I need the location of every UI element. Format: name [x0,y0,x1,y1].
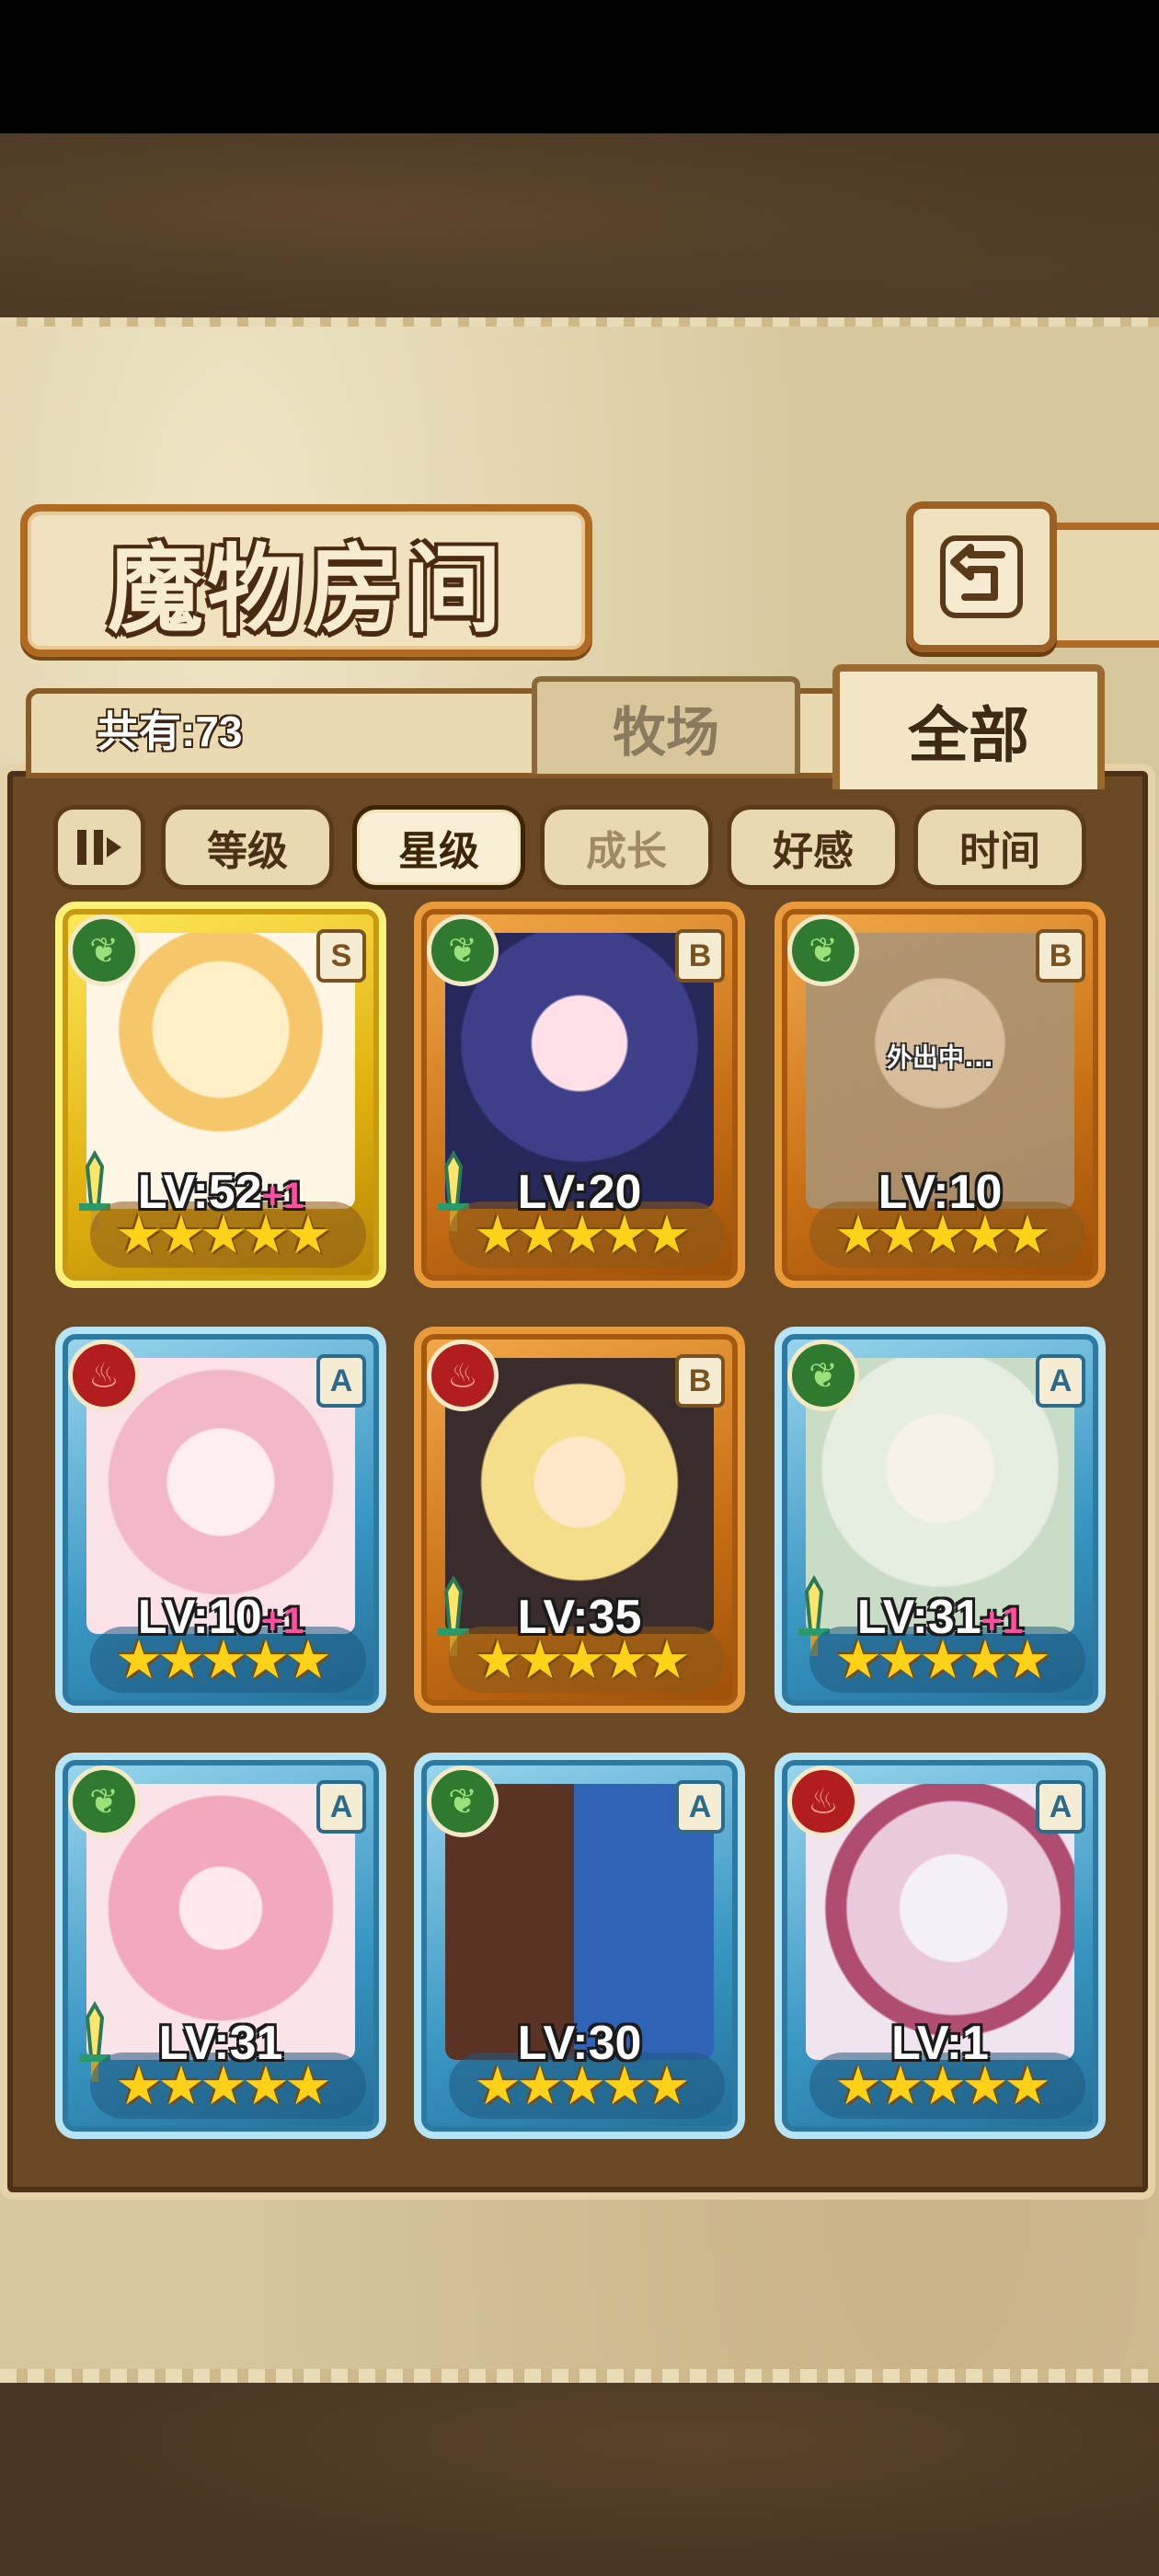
tab-ranch[interactable]: 牧场 [532,676,800,774]
sort-order-toggle[interactable] [53,805,145,890]
flame-icon: ♨ [427,1340,499,1411]
monster-card[interactable]: ❦ A LV:31 ★★★★★ [55,1753,386,2139]
star-rating: ★★★★★ [474,1628,691,1691]
monster-count: 共有:73 [97,707,243,755]
star-rating: ★★★★★ [834,1628,1051,1691]
star-rating: ★★★★★ [115,2054,332,2117]
monster-card[interactable]: ❦ A LV:31+1 ★★★★★ [775,1327,1106,1713]
status-bar [0,0,1159,133]
monster-card[interactable]: 外出中... ❦ B LV:10 ★★★★★ [775,902,1106,1288]
star-rating: ★★★★★ [474,2054,691,2117]
rank-badge: B [675,1354,725,1408]
star-rating: ★★★★★ [834,2054,1051,2117]
sort-time-button[interactable]: 时间 [913,805,1086,890]
leaf-icon: ❦ [68,1765,140,1837]
monster-card[interactable]: ❦ S LV:52+1 ★★★★★ [55,902,386,1288]
sort-level-button[interactable]: 等级 [161,805,334,890]
star-rating: ★★★★★ [115,1628,332,1691]
rank-badge: A [1036,1354,1085,1408]
rank-badge: B [1036,929,1085,983]
rank-badge: A [316,1780,366,1834]
star-rating: ★★★★★ [474,1203,691,1266]
tab-all[interactable]: 全部 [832,664,1105,789]
monster-card[interactable]: ♨ B LV:35 ★★★★★ [414,1327,745,1713]
flame-icon: ♨ [787,1765,859,1837]
monster-card[interactable]: ❦ A LV:30 ★★★★★ [414,1753,745,2139]
rank-badge: A [316,1354,366,1408]
monster-card[interactable]: ❦ B LV:20 ★★★★★ [414,902,745,1288]
flame-icon: ♨ [68,1340,140,1411]
sort-growth-button[interactable]: 成长 [540,805,713,890]
return-arrow-icon [940,535,1023,618]
leaf-icon: ❦ [787,914,859,986]
leaf-icon: ❦ [427,1765,499,1837]
sort-rarity-button[interactable]: 星级 [352,805,525,890]
map-background-bottom [0,2383,1159,2576]
rank-badge: A [1036,1780,1085,1834]
rank-badge: B [675,929,725,983]
page-title: 魔物房间 [107,532,505,646]
header-rail [1042,523,1159,648]
monster-card[interactable]: ♨ A LV:10+1 ★★★★★ [55,1327,386,1713]
tab-label: 全部 [908,700,1029,771]
leaf-icon: ❦ [68,914,140,986]
rank-badge: S [316,929,366,983]
back-button[interactable] [906,501,1057,652]
sort-affection-button[interactable]: 好感 [727,805,900,890]
monster-card[interactable]: ♨ A LV:1 ★★★★★ [775,1753,1106,2139]
star-rating: ★★★★★ [115,1203,332,1266]
map-background-top [0,133,1159,327]
leaf-icon: ❦ [787,1340,859,1411]
away-status: 外出中... [887,1042,993,1073]
leaf-icon: ❦ [427,914,499,986]
tab-label: 牧场 [612,701,719,764]
rank-badge: A [675,1780,725,1834]
title-banner: 魔物房间 [20,504,592,657]
star-rating: ★★★★★ [834,1203,1051,1266]
sort-direction-icon [77,830,121,865]
